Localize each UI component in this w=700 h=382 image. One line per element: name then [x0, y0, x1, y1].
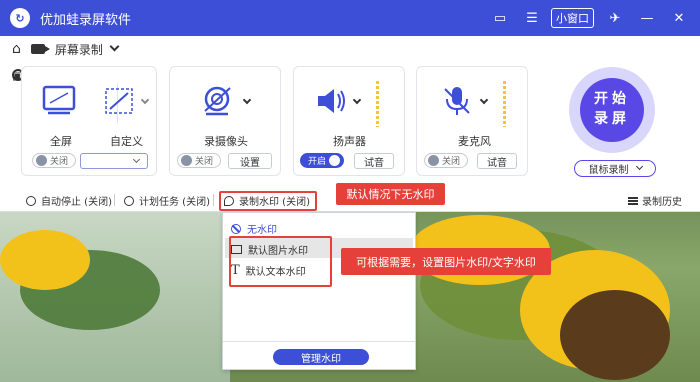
- chevron-down-icon[interactable]: [109, 41, 120, 51]
- chevron-down-icon: [635, 162, 643, 171]
- toggle-knob: [329, 155, 340, 166]
- toggle-label: 关闭: [50, 157, 69, 167]
- background-petal: [0, 230, 90, 290]
- toggle-knob: [181, 155, 192, 166]
- toggle-label: 关闭: [195, 157, 214, 167]
- toggle-knob: [428, 155, 439, 166]
- microphone-volume-meter: [503, 81, 506, 127]
- microphone-icon[interactable]: [441, 85, 475, 117]
- start-recording-button[interactable]: 开始 录屏: [569, 67, 655, 153]
- menu-divider: [223, 341, 415, 342]
- app-title: 优加蛙录屏软件: [40, 12, 132, 28]
- fullscreen-label: 全屏: [50, 135, 72, 148]
- toggle-label: 关闭: [442, 157, 461, 167]
- microphone-toggle[interactable]: 关闭: [424, 153, 468, 168]
- resolution-dropdown[interactable]: [80, 153, 148, 169]
- toggle-knob: [36, 155, 47, 166]
- record-mode-dropdown[interactable]: 鼠标录制: [574, 160, 656, 177]
- no-watermark-option[interactable]: 无水印: [231, 221, 277, 236]
- auto-stop-button[interactable]: 自动停止 (关闭): [26, 193, 112, 208]
- background-flower-center: [560, 290, 670, 380]
- video-camera-icon: [30, 44, 50, 54]
- pin-icon[interactable]: ✈: [604, 7, 626, 29]
- chevron-down-icon[interactable]: [140, 95, 150, 105]
- microphone-test-button[interactable]: 试音: [477, 153, 517, 169]
- monitor-icon[interactable]: [42, 85, 76, 117]
- webcam-icon[interactable]: [202, 85, 236, 117]
- toggle-label: 开启: [307, 157, 326, 167]
- no-symbol-icon: [231, 223, 241, 234]
- record-mode-label: 鼠标录制: [588, 165, 629, 176]
- recording-mode-label[interactable]: 屏幕录制: [55, 41, 103, 58]
- camera-toggle[interactable]: 关闭: [177, 153, 221, 168]
- microphone-label: 麦克风: [458, 135, 491, 148]
- recording-history-label: 录制历史: [642, 197, 682, 208]
- no-watermark-label: 无水印: [247, 225, 277, 236]
- speaker-volume-meter: [376, 81, 379, 127]
- menu-icon[interactable]: ☰: [521, 7, 543, 29]
- alarm-clock-icon: [124, 195, 134, 206]
- watermark-dropdown-menu: 无水印 默认图片水印 T 默认文本水印 管理水印: [222, 212, 416, 370]
- camera-settings-button[interactable]: 设置: [228, 153, 272, 169]
- auto-stop-label: 自动停止 (关闭): [41, 197, 112, 208]
- watermark-options-callout: 可根据需要，设置图片水印/文字水印: [341, 248, 551, 275]
- speaker-icon[interactable]: [314, 85, 348, 117]
- scheduled-task-button[interactable]: 计划任务 (关闭): [124, 193, 210, 208]
- app-window: ↻ 优加蛙录屏软件 ▭ ☰ 小窗口 ✈ — ✕ ⌂ 屏幕录制 设置 ▣▾ 全屏: [0, 0, 700, 212]
- toolbar: ⌂ 屏幕录制: [0, 36, 700, 62]
- scheduled-task-label: 计划任务 (关闭): [139, 197, 210, 208]
- home-icon[interactable]: ⌂: [12, 41, 21, 57]
- list-icon: [628, 196, 638, 205]
- status-divider: [114, 194, 115, 206]
- clock-icon: [26, 195, 36, 206]
- speaker-label: 扬声器: [333, 135, 366, 148]
- custom-label: 自定义: [110, 135, 143, 148]
- custom-area-icon[interactable]: [102, 85, 136, 117]
- watermark-highlight-box: [219, 191, 317, 211]
- speaker-toggle[interactable]: 开启: [300, 153, 344, 168]
- recording-history-button[interactable]: 录制历史: [628, 193, 682, 208]
- camera-label: 录摄像头: [204, 135, 248, 148]
- status-divider: [213, 194, 214, 206]
- speaker-test-button[interactable]: 试音: [354, 153, 394, 169]
- chevron-down-icon[interactable]: [479, 95, 489, 105]
- camera-panel: 录摄像头 关闭 设置: [169, 66, 281, 176]
- app-logo-icon: ↻: [10, 8, 30, 28]
- chat-icon[interactable]: ▭: [489, 7, 511, 29]
- start-recording-label: 开始 录屏: [580, 78, 644, 142]
- chevron-down-icon[interactable]: [352, 95, 362, 105]
- screen-toggle[interactable]: 关闭: [32, 153, 76, 168]
- microphone-panel: 麦克风 关闭 试音: [416, 66, 528, 176]
- close-icon[interactable]: ✕: [668, 7, 690, 29]
- manage-watermark-button[interactable]: 管理水印: [273, 349, 369, 365]
- speaker-panel: 扬声器 开启 试音: [293, 66, 405, 176]
- default-watermark-callout: 默认情况下无水印: [336, 183, 445, 205]
- mini-window-button[interactable]: 小窗口: [551, 8, 594, 28]
- screen-panel: 全屏 自定义 关闭: [21, 66, 157, 176]
- minimize-icon[interactable]: —: [636, 7, 658, 29]
- options-highlight-box: [229, 236, 332, 287]
- title-bar: ↻ 优加蛙录屏软件 ▭ ☰ 小窗口 ✈ — ✕: [0, 0, 700, 36]
- chevron-down-icon[interactable]: [242, 95, 252, 105]
